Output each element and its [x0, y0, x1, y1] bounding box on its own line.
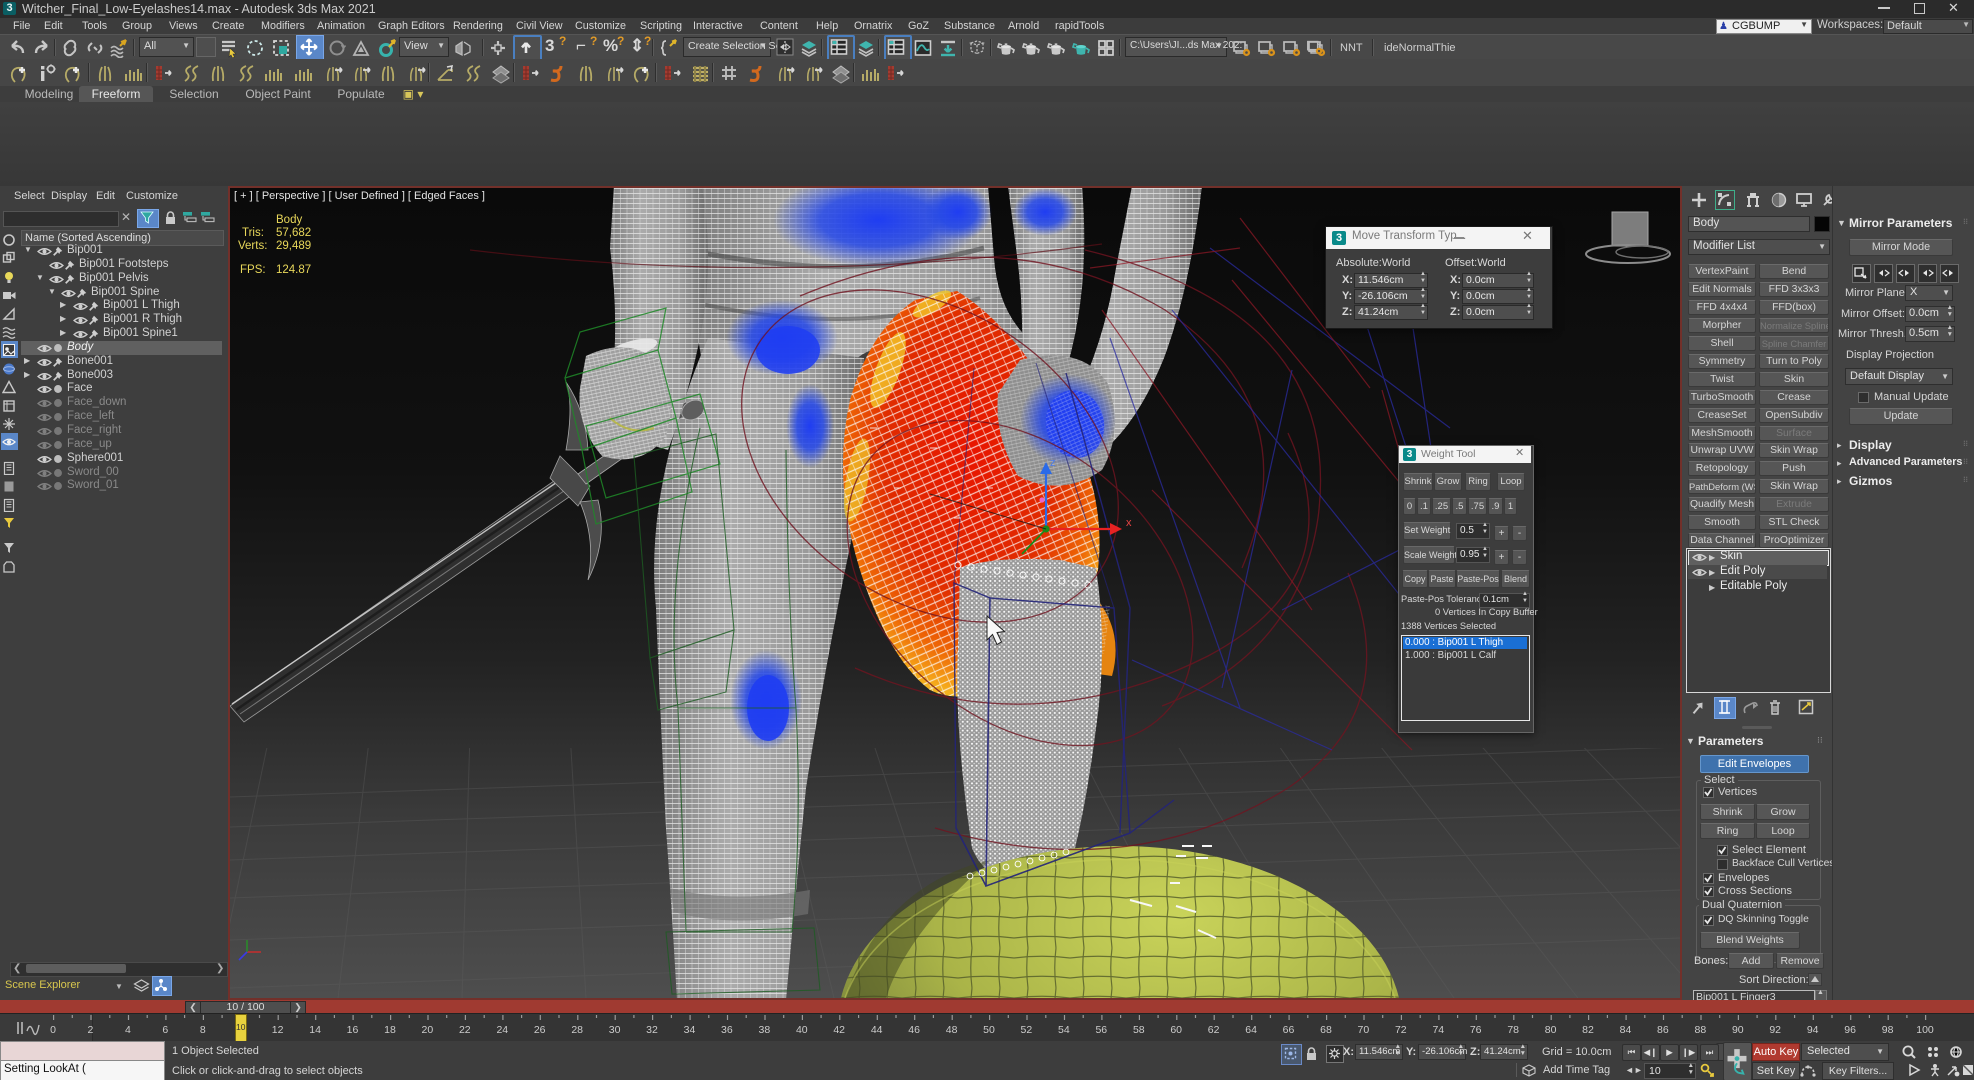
svg-text:54: 54	[1058, 1024, 1070, 1036]
svg-text:48: 48	[946, 1024, 958, 1036]
svg-text:Verts:: Verts:	[238, 240, 267, 252]
svg-text:58: 58	[1133, 1024, 1145, 1036]
svg-text:44: 44	[871, 1024, 883, 1036]
svg-text:62: 62	[1208, 1024, 1220, 1036]
svg-text:[ + ] [ Perspective ] [ User D: [ + ] [ Perspective ] [ User Defined ] […	[234, 190, 485, 202]
svg-text:74: 74	[1432, 1024, 1444, 1036]
svg-text:28: 28	[571, 1024, 583, 1036]
svg-text:60: 60	[1170, 1024, 1182, 1036]
svg-text:30: 30	[609, 1024, 621, 1036]
svg-text:6: 6	[162, 1024, 168, 1036]
svg-text:98: 98	[1882, 1024, 1894, 1036]
svg-text:24: 24	[496, 1024, 508, 1036]
svg-text:90: 90	[1732, 1024, 1744, 1036]
svg-text:12: 12	[272, 1024, 284, 1036]
svg-text:57,682: 57,682	[276, 227, 311, 239]
svg-text:40: 40	[796, 1024, 808, 1036]
svg-text:72: 72	[1395, 1024, 1407, 1036]
svg-text:14: 14	[309, 1024, 321, 1036]
svg-text:82: 82	[1582, 1024, 1594, 1036]
svg-text:29,489: 29,489	[276, 240, 311, 252]
svg-text:56: 56	[1095, 1024, 1107, 1036]
svg-text:94: 94	[1807, 1024, 1819, 1036]
svg-text:22: 22	[459, 1024, 471, 1036]
svg-text:50: 50	[983, 1024, 995, 1036]
svg-text:86: 86	[1657, 1024, 1669, 1036]
svg-text:92: 92	[1769, 1024, 1781, 1036]
svg-text:76: 76	[1470, 1024, 1482, 1036]
svg-text:34: 34	[684, 1024, 696, 1036]
svg-text:2: 2	[87, 1024, 93, 1036]
svg-text:124.87: 124.87	[276, 264, 311, 276]
svg-text:46: 46	[908, 1024, 920, 1036]
svg-text:68: 68	[1320, 1024, 1332, 1036]
svg-text:8: 8	[200, 1024, 206, 1036]
svg-text:64: 64	[1245, 1024, 1257, 1036]
svg-text:Tris:: Tris:	[242, 227, 264, 239]
svg-text:84: 84	[1620, 1024, 1632, 1036]
svg-text:20: 20	[422, 1024, 434, 1036]
svg-text:0: 0	[50, 1024, 56, 1036]
svg-text:78: 78	[1507, 1024, 1519, 1036]
svg-text:Body: Body	[276, 214, 302, 226]
svg-text:32: 32	[646, 1024, 658, 1036]
svg-text:x: x	[1126, 517, 1132, 529]
svg-text:4: 4	[125, 1024, 131, 1036]
svg-text:70: 70	[1358, 1024, 1370, 1036]
svg-text:36: 36	[721, 1024, 733, 1036]
svg-text:26: 26	[534, 1024, 546, 1036]
svg-text:z: z	[1050, 457, 1056, 469]
svg-text:18: 18	[384, 1024, 396, 1036]
svg-text:66: 66	[1283, 1024, 1295, 1036]
svg-text:42: 42	[833, 1024, 845, 1036]
svg-text:80: 80	[1545, 1024, 1557, 1036]
svg-text:FPS:: FPS:	[240, 264, 266, 276]
svg-text:38: 38	[759, 1024, 771, 1036]
svg-text:88: 88	[1695, 1024, 1707, 1036]
svg-text:52: 52	[1021, 1024, 1033, 1036]
svg-text:100: 100	[1916, 1024, 1934, 1036]
svg-text:96: 96	[1844, 1024, 1856, 1036]
svg-text:16: 16	[347, 1024, 359, 1036]
